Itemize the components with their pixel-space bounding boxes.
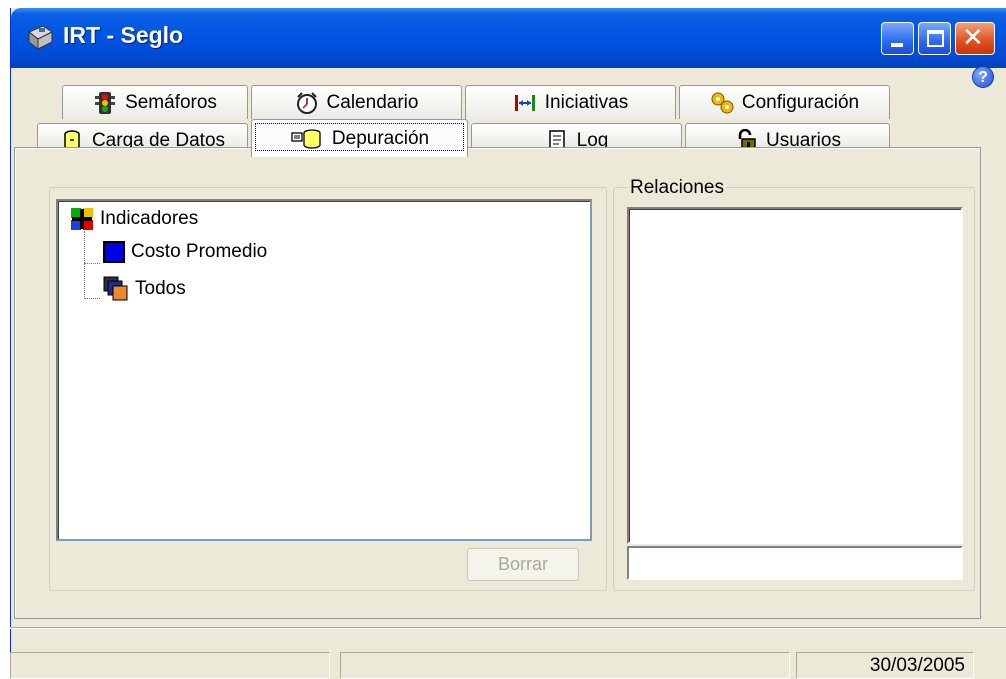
maximize-button[interactable]	[918, 22, 951, 55]
tab-depuracion-label: Depuración	[331, 127, 430, 149]
tree-node-todos[interactable]: Todos	[103, 276, 186, 302]
maximize-icon	[927, 30, 944, 47]
title-bar[interactable]: IRT - Seglo	[11, 8, 1006, 68]
range-arrows-icon	[514, 94, 535, 111]
tab-iniciativas-label: Iniciativas	[544, 91, 629, 113]
app-icon	[28, 25, 53, 51]
tab-configuracion-label: Configuración	[741, 91, 860, 113]
traffic-light-icon	[95, 91, 116, 114]
tab-configuracion[interactable]: Configuración	[679, 85, 890, 119]
indicators-icon	[71, 208, 93, 230]
relaciones-legend: Relaciones	[628, 177, 726, 199]
relaciones-list[interactable]	[627, 207, 963, 544]
close-button[interactable]: ✕	[955, 22, 995, 55]
status-date: 30/03/2005	[796, 652, 974, 679]
tree-node-costo-promedio[interactable]: Costo Promedio	[103, 241, 267, 263]
minimize-icon	[891, 43, 903, 47]
tab-semaforos-label: Semáforos	[125, 91, 217, 113]
tree-node-label: Indicadores	[100, 208, 199, 229]
clock-icon	[296, 91, 317, 114]
status-panel-1	[10, 652, 330, 679]
help-icon[interactable]: ?	[972, 66, 994, 88]
tab-iniciativas[interactable]: Iniciativas	[465, 85, 676, 119]
tab-log[interactable]: Log	[471, 123, 682, 152]
tab-carga-de-datos[interactable]: Carga de Datos	[37, 123, 248, 152]
relaciones-input[interactable]	[627, 546, 963, 580]
tree-node-label: Todos	[135, 278, 186, 299]
close-icon: ✕	[962, 23, 984, 53]
stacked-squares-icon	[103, 276, 128, 301]
tree-line	[84, 298, 100, 299]
gears-icon	[711, 92, 734, 113]
tree-node-label: Costo Promedio	[131, 241, 268, 262]
separator	[10, 627, 1006, 629]
status-bar: 30/03/2005	[10, 650, 1006, 679]
tab-depuracion[interactable]: Depuración	[251, 119, 468, 157]
blue-square-icon	[103, 241, 125, 263]
tree-line	[84, 231, 85, 299]
tab-usuarios[interactable]: Usuarios	[685, 123, 890, 151]
window-title: IRT - Seglo	[63, 22, 184, 48]
database-clean-icon	[291, 128, 321, 149]
minimize-button[interactable]	[881, 22, 914, 55]
tab-calendario[interactable]: Calendario	[251, 85, 462, 119]
tab-calendario-label: Calendario	[326, 91, 419, 113]
status-panel-2	[340, 652, 790, 679]
tree-node-indicadores[interactable]: Indicadores	[70, 207, 198, 231]
tree-line	[84, 263, 100, 264]
borrar-button[interactable]: Borrar	[467, 548, 579, 581]
indicators-tree[interactable]: Indicadores Costo Promedio Todos	[56, 199, 592, 541]
tab-semaforos[interactable]: Semáforos	[62, 85, 248, 119]
